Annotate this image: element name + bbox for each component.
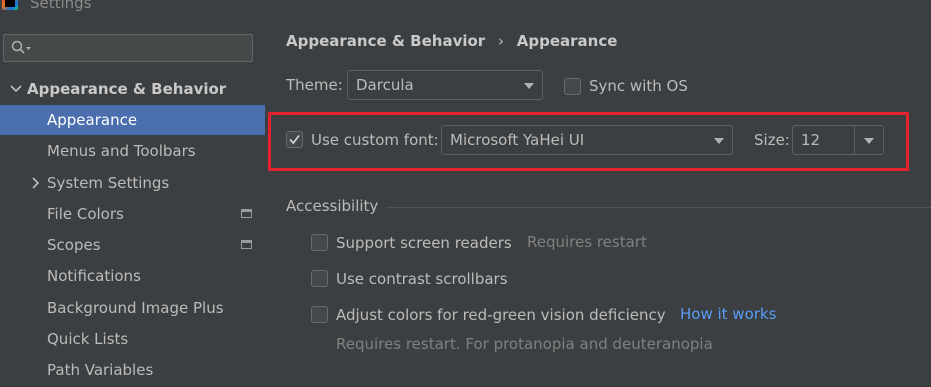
sync-with-os-label: Sync with OS bbox=[589, 77, 688, 95]
sidebar-item-label: Quick Lists bbox=[47, 330, 129, 348]
chevron-right-icon bbox=[32, 177, 40, 189]
theme-dropdown-value: Darcula bbox=[356, 76, 414, 94]
sidebar-item-label: Notifications bbox=[47, 267, 141, 285]
sidebar-item-background-image-plus[interactable]: Background Image Plus bbox=[0, 293, 265, 323]
sidebar-item-label: Appearance bbox=[47, 111, 138, 129]
custom-font-dropdown[interactable]: Microsoft YaHei UI bbox=[441, 125, 733, 155]
sidebar-item-quick-lists[interactable]: Quick Lists bbox=[0, 324, 265, 354]
sidebar-item-appearance[interactable]: Appearance bbox=[0, 105, 265, 135]
accessibility-heading: Accessibility bbox=[286, 197, 379, 215]
title-bar: Settings bbox=[0, 0, 931, 16]
sidebar-item-label: Scopes bbox=[47, 236, 101, 254]
search-icon bbox=[11, 40, 31, 54]
support-screen-readers-label: Support screen readers bbox=[336, 234, 512, 252]
breadcrumb: Appearance & Behavior › Appearance bbox=[286, 32, 617, 50]
dropdown-arrow-icon bbox=[524, 83, 534, 89]
theme-label: Theme: bbox=[286, 76, 343, 94]
sidebar-item-menus-and-toolbars[interactable]: Menus and Toolbars bbox=[0, 136, 265, 166]
dropdown-arrow-icon bbox=[714, 138, 724, 144]
breadcrumb-separator: › bbox=[497, 32, 504, 50]
sync-with-os-checkbox[interactable] bbox=[564, 78, 581, 95]
chevron-down-icon bbox=[10, 85, 22, 93]
sidebar-item-notifications[interactable]: Notifications bbox=[0, 261, 265, 291]
sidebar-item-label: File Colors bbox=[47, 205, 124, 223]
sidebar-item-label: Menus and Toolbars bbox=[47, 142, 196, 160]
sidebar-item-scopes[interactable]: Scopes bbox=[0, 230, 265, 260]
search-input[interactable] bbox=[3, 34, 253, 62]
window-title: Settings bbox=[30, 0, 92, 12]
sidebar-item-appearance-behavior[interactable]: Appearance & Behavior bbox=[0, 74, 265, 104]
project-scope-icon bbox=[241, 240, 252, 249]
use-custom-font-label: Use custom font: bbox=[311, 131, 439, 149]
font-size-combo[interactable]: 12 bbox=[792, 125, 884, 155]
sidebar-item-path-variables[interactable]: Path Variables bbox=[0, 355, 265, 385]
support-screen-readers-checkbox[interactable] bbox=[311, 234, 328, 251]
dropdown-arrow-icon bbox=[864, 138, 874, 144]
breadcrumb-current: Appearance bbox=[516, 32, 618, 50]
sidebar-item-label: System Settings bbox=[47, 174, 170, 192]
requires-restart-hint: Requires restart bbox=[527, 233, 647, 251]
sidebar-item-system-settings[interactable]: System Settings bbox=[0, 168, 265, 198]
font-size-value: 12 bbox=[801, 131, 821, 149]
red-green-hint: Requires restart. For protanopia and deu… bbox=[336, 335, 713, 353]
project-scope-icon bbox=[241, 209, 252, 218]
custom-font-value: Microsoft YaHei UI bbox=[450, 131, 585, 149]
breadcrumb-parent[interactable]: Appearance & Behavior bbox=[286, 32, 485, 50]
contrast-scrollbars-label: Use contrast scrollbars bbox=[336, 270, 508, 288]
section-divider bbox=[386, 207, 931, 208]
theme-dropdown[interactable]: Darcula bbox=[347, 70, 543, 100]
how-it-works-link[interactable]: How it works bbox=[680, 305, 776, 323]
checkmark-icon bbox=[289, 134, 300, 145]
red-green-deficiency-checkbox[interactable] bbox=[311, 306, 328, 323]
sidebar-item-label: Background Image Plus bbox=[47, 299, 224, 317]
red-green-deficiency-label: Adjust colors for red-green vision defic… bbox=[336, 306, 666, 324]
intellij-app-icon bbox=[2, 0, 18, 10]
sidebar-item-file-colors[interactable]: File Colors bbox=[0, 199, 265, 229]
combo-divider bbox=[854, 126, 855, 154]
use-custom-font-checkbox[interactable] bbox=[286, 131, 303, 148]
contrast-scrollbars-checkbox[interactable] bbox=[311, 270, 328, 287]
font-size-label: Size: bbox=[754, 131, 790, 149]
sidebar-item-label: Appearance & Behavior bbox=[27, 80, 227, 98]
sidebar-item-label: Path Variables bbox=[47, 361, 154, 379]
